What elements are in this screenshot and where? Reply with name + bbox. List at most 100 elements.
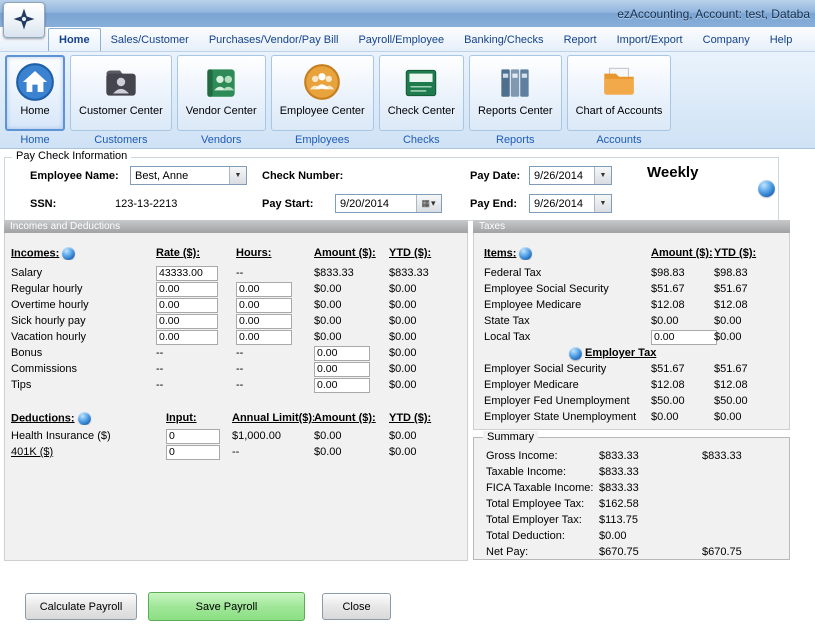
toolbar-item-title: Chart of Accounts [576, 105, 663, 117]
vacation-hourly-hours-input[interactable] [236, 330, 292, 345]
tab-banking-checks[interactable]: Banking/Checks [454, 29, 554, 51]
calendar-icon[interactable]: ▦▾ [416, 195, 441, 212]
tax-amount: $0.00 [651, 315, 714, 327]
tab-home[interactable]: Home [48, 28, 101, 51]
income-row-salary: Salary -- $833.33 $833.33 [5, 265, 467, 281]
app-menu-button[interactable] [3, 2, 45, 38]
tab-company[interactable]: Company [693, 29, 760, 51]
summary-label: Net Pay: [486, 546, 599, 558]
incomes-help-globe-icon[interactable] [62, 247, 75, 260]
tax-ytd: $0.00 [714, 331, 789, 343]
taxes-help-globe-icon[interactable] [519, 247, 532, 260]
summary-label: Taxable Income: [486, 466, 599, 478]
reports-center-button[interactable]: Reports Center [469, 55, 562, 131]
paycheck-help-globe-icon[interactable] [758, 180, 775, 197]
deductions-help-globe-icon[interactable] [78, 412, 91, 425]
toolbar-reports-center[interactable]: Reports Center Reports [469, 55, 562, 146]
tax-row-employee-medicare: Employee Medicare $12.08 $12.08 [474, 297, 789, 313]
toolbar-vendor-center[interactable]: Vendor Center Vendors [177, 55, 266, 146]
tax-row-local: Local Tax $0.00 [474, 329, 789, 345]
summary-row-total-employer-tax: Total Employer Tax: $113.75 [474, 512, 789, 528]
toolbar-check-center[interactable]: Check Center Checks [379, 55, 464, 146]
sick-hourly-hours-input[interactable] [236, 314, 292, 329]
deduction-amount: $0.00 [314, 446, 389, 458]
deduction-row-health-insurance: Health Insurance ($) $1,000.00 $0.00 $0.… [5, 428, 467, 444]
pay-end-select[interactable]: 9/26/2014 ▼ [529, 194, 612, 213]
save-payroll-button[interactable]: Save Payroll [148, 592, 305, 621]
bonus-amount-input[interactable] [314, 346, 370, 361]
employer-tax-help-globe-icon[interactable] [569, 347, 582, 360]
employer-tax-header: Employer Tax [585, 347, 656, 359]
toolbar-customer-center[interactable]: Customer Center Customers [70, 55, 172, 146]
items-header: Items: [484, 247, 516, 259]
toolbar-employee-center[interactable]: Employee Center Employees [271, 55, 374, 146]
income-hours: -- [236, 363, 314, 375]
tab-import-export[interactable]: Import/Export [607, 29, 693, 51]
chevron-down-icon[interactable]: ▼ [594, 195, 611, 212]
tax-ytd: $12.08 [714, 299, 789, 311]
chevron-down-icon[interactable]: ▼ [229, 167, 246, 184]
tax-ytd: $51.67 [714, 283, 789, 295]
summary-amount: $833.33 [599, 466, 702, 478]
401k-input[interactable] [166, 445, 220, 460]
deduction-annual-limit: -- [232, 446, 314, 458]
vacation-hourly-rate-input[interactable] [156, 330, 218, 345]
income-label: Salary [11, 267, 156, 279]
tab-help[interactable]: Help [760, 29, 803, 51]
income-ytd: $0.00 [389, 347, 467, 359]
tax-label: Employer Medicare [484, 379, 651, 391]
pay-date-select[interactable]: 9/26/2014 ▼ [529, 166, 612, 185]
hours-header: Hours: [236, 247, 314, 259]
check-center-icon [400, 61, 442, 103]
tab-payroll-employee[interactable]: Payroll/Employee [348, 29, 454, 51]
local-tax-input[interactable] [651, 330, 717, 345]
tax-label: Employee Medicare [484, 299, 651, 311]
income-label: Commissions [11, 363, 156, 375]
income-ytd: $0.00 [389, 299, 467, 311]
calculate-payroll-button[interactable]: Calculate Payroll [25, 593, 137, 620]
income-row-overtime-hourly: Overtime hourly $0.00 $0.00 [5, 297, 467, 313]
summary-label: Total Employer Tax: [486, 514, 599, 526]
income-amount: $0.00 [314, 315, 389, 327]
income-rate: -- [156, 379, 236, 391]
overtime-hourly-hours-input[interactable] [236, 298, 292, 313]
summary-label: Total Deduction: [486, 530, 599, 542]
tax-amount: $51.67 [651, 283, 714, 295]
deduction-ytd: $0.00 [389, 430, 467, 442]
toolbar-chart-of-accounts[interactable]: Chart of Accounts Accounts [567, 55, 672, 146]
income-hours: -- [236, 379, 314, 391]
income-row-regular-hourly: Regular hourly $0.00 $0.00 [5, 281, 467, 297]
check-number-input[interactable] [352, 166, 447, 184]
tab-purchases-vendor[interactable]: Purchases/Vendor/Pay Bill [199, 29, 349, 51]
regular-hourly-hours-input[interactable] [236, 282, 292, 297]
summary-label: Total Employee Tax: [486, 498, 599, 510]
tab-report[interactable]: Report [554, 29, 607, 51]
tips-amount-input[interactable] [314, 378, 370, 393]
employee-center-button[interactable]: Employee Center [271, 55, 374, 131]
deduction-label-401k-link[interactable]: 401K ($) [11, 446, 166, 458]
pay-end-value: 9/26/2014 [530, 198, 594, 210]
title-bar: ezAccounting, Account: test, Databa [0, 0, 815, 28]
salary-rate-input[interactable] [156, 266, 218, 281]
home-button[interactable]: Home [5, 55, 65, 131]
chart-of-accounts-button[interactable]: Chart of Accounts [567, 55, 672, 131]
overtime-hourly-rate-input[interactable] [156, 298, 218, 313]
pay-date-value: 9/26/2014 [530, 170, 594, 182]
tax-ytd: $0.00 [714, 315, 789, 327]
check-center-button[interactable]: Check Center [379, 55, 464, 131]
tab-sales-customer[interactable]: Sales/Customer [101, 29, 199, 51]
toolbar-item-title: Customer Center [79, 105, 163, 117]
sick-hourly-rate-input[interactable] [156, 314, 218, 329]
health-insurance-input[interactable] [166, 429, 220, 444]
regular-hourly-rate-input[interactable] [156, 282, 218, 297]
pay-start-datepicker[interactable]: 9/20/2014 ▦▾ [335, 194, 442, 213]
summary-amount: $162.58 [599, 498, 702, 510]
commissions-amount-input[interactable] [314, 362, 370, 377]
employee-name-select[interactable]: Best, Anne ▼ [130, 166, 247, 185]
customer-center-button[interactable]: Customer Center [70, 55, 172, 131]
income-ytd: $0.00 [389, 315, 467, 327]
chevron-down-icon[interactable]: ▼ [594, 167, 611, 184]
vendor-center-button[interactable]: Vendor Center [177, 55, 266, 131]
close-button[interactable]: Close [322, 593, 391, 620]
toolbar-home[interactable]: Home Home [5, 55, 65, 146]
